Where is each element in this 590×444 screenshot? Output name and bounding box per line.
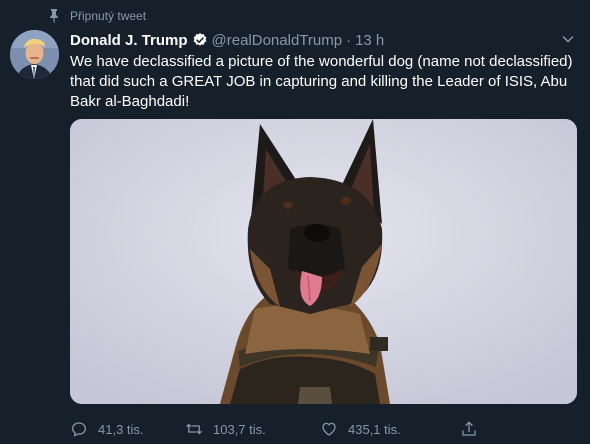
tweet-actions: 41,3 tis. 103,7 tis. 435,1 tis. [70, 420, 510, 438]
chevron-down-icon[interactable] [562, 33, 574, 45]
avatar[interactable] [10, 30, 59, 79]
verified-badge-icon [193, 33, 206, 46]
reply-icon [71, 422, 87, 437]
share-button[interactable] [460, 420, 478, 438]
tweet-photo[interactable] [70, 119, 577, 404]
like-button[interactable]: 435,1 tis. [320, 420, 460, 438]
pin-icon [50, 9, 58, 23]
tweet-header: Donald J. Trump @realDonaldTrump · 13 h [70, 31, 580, 49]
retweet-count: 103,7 tis. [213, 421, 266, 437]
retweet-button[interactable]: 103,7 tis. [185, 420, 320, 438]
share-icon [462, 421, 476, 436]
avatar-portrait [10, 30, 59, 79]
author-name[interactable]: Donald J. Trump [70, 32, 188, 49]
pinned-label: Připnutý tweet [70, 9, 147, 23]
like-count: 435,1 tis. [348, 421, 401, 437]
tweet-text: We have declassified a picture of the wo… [70, 53, 573, 110]
retweet-icon [186, 423, 202, 435]
tweet-time[interactable]: 13 h [355, 32, 384, 49]
heart-icon [322, 422, 336, 436]
pinned-tweet-indicator: Připnutý tweet [48, 9, 146, 23]
author-handle[interactable]: @realDonaldTrump [212, 32, 343, 49]
reply-count: 41,3 tis. [98, 421, 144, 437]
separator-dot: · [346, 31, 352, 49]
dog-photo [70, 119, 577, 404]
reply-button[interactable]: 41,3 tis. [70, 420, 185, 438]
